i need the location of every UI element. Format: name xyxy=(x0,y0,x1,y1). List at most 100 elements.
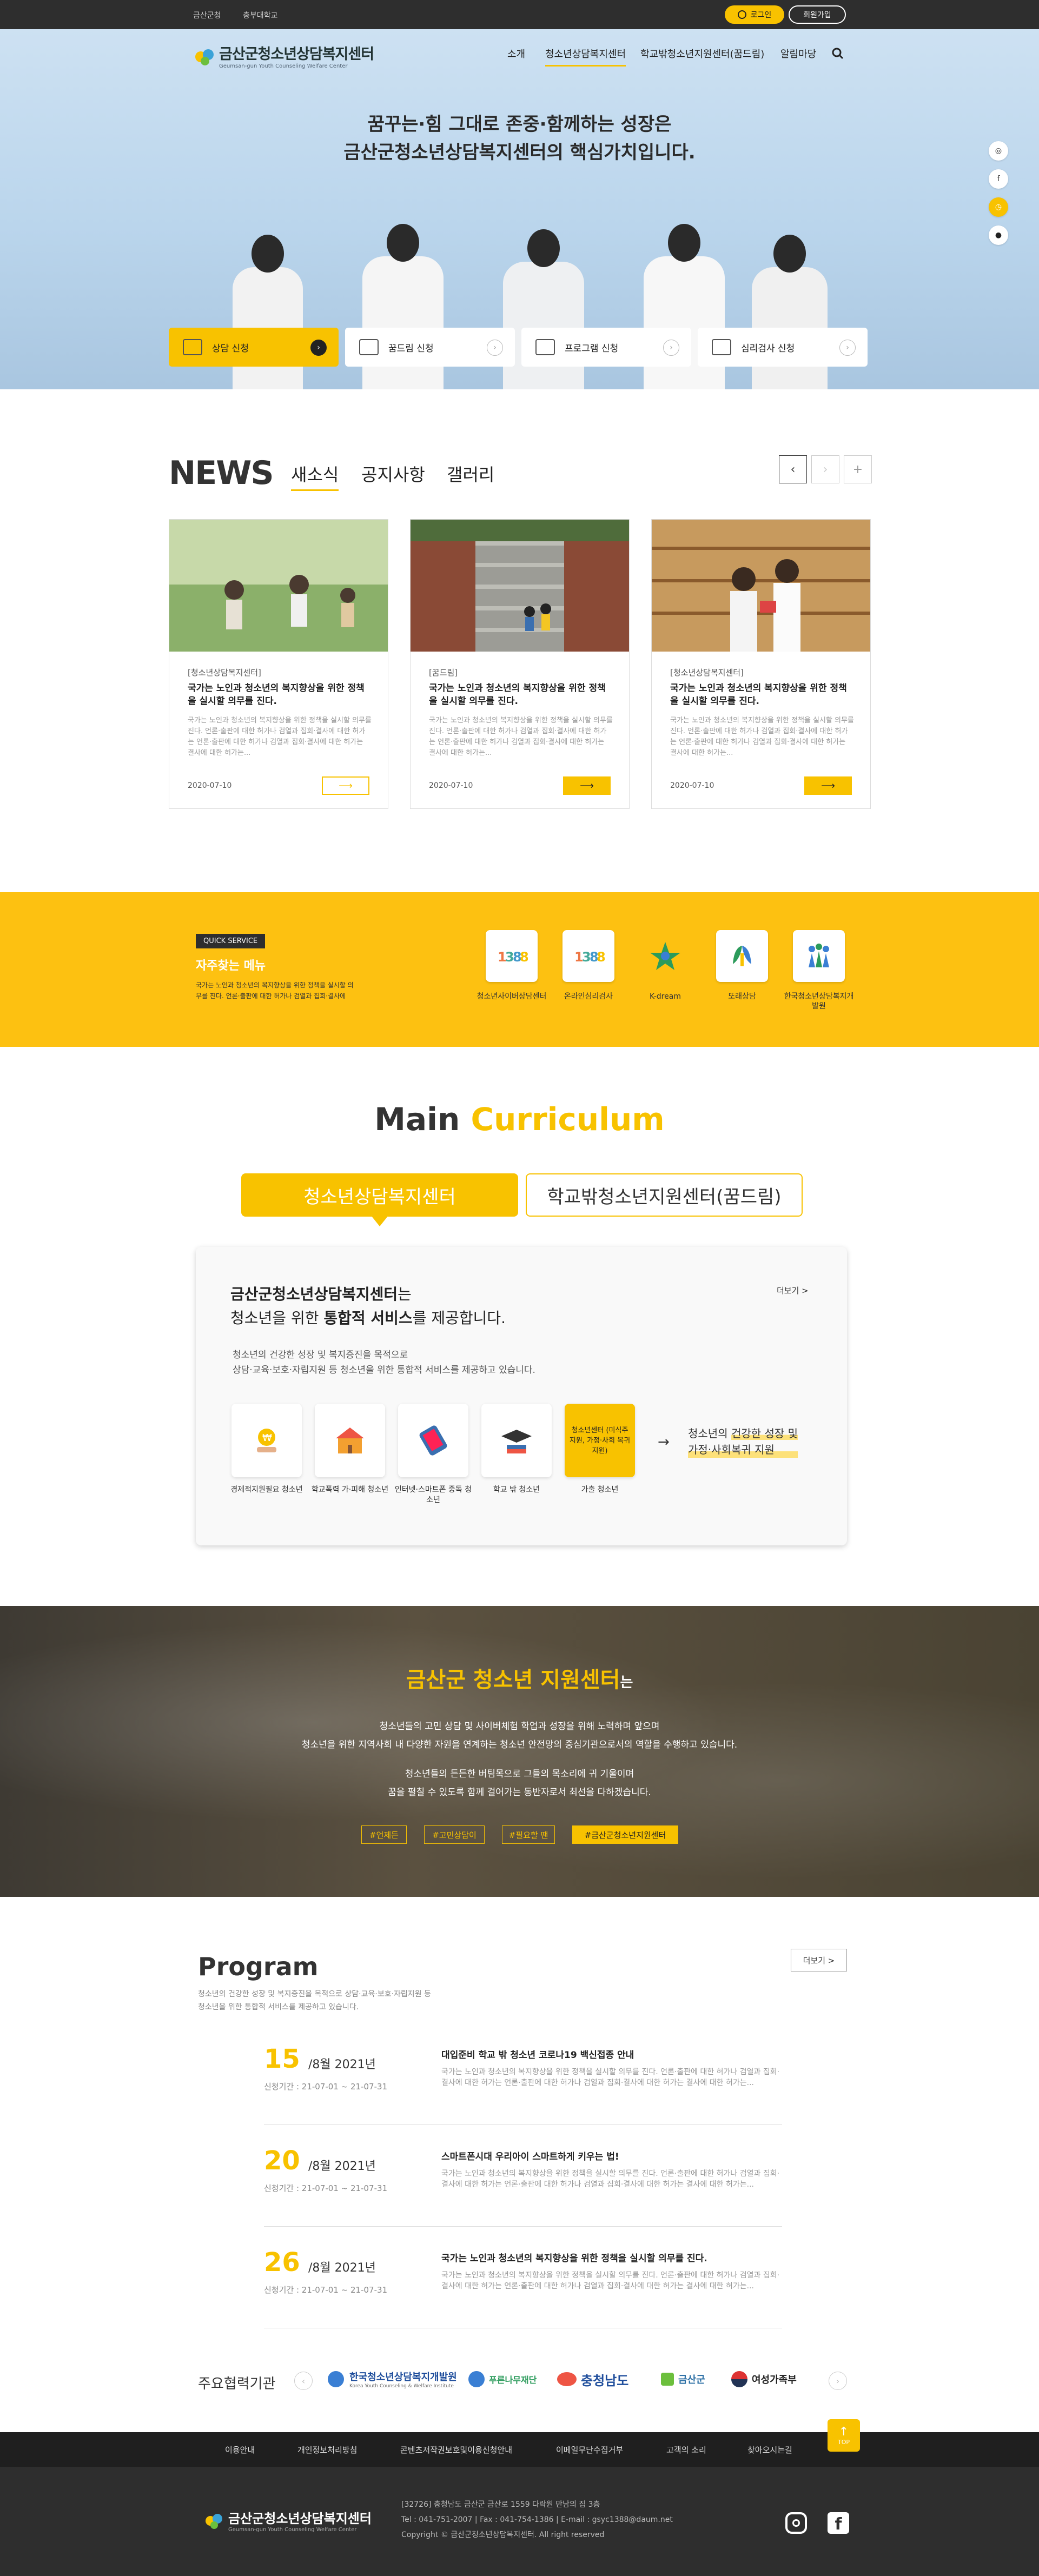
quick-item-online-test[interactable]: 1388 xyxy=(562,930,614,982)
center-desc-1: 청소년들의 고민 상담 및 사이버체험 학업과 성장을 위해 노력하며 앞으며 xyxy=(379,1721,660,1732)
program-apply-label: 프로그램 신청 xyxy=(565,343,619,354)
program-desc-2: 청소년을 위한 통합적 서비스를 제공하고 있습니다. xyxy=(198,2003,359,2011)
news-next-button[interactable]: › xyxy=(811,455,839,483)
arrow-right-icon[interactable]: ⟶ xyxy=(322,776,369,795)
curriculum-more-link[interactable]: 더보기 > xyxy=(777,1285,809,1296)
user-icon xyxy=(737,10,746,19)
program-desc: 국가는 노인과 청소년의 복지향상을 위한 정책을 실시할 의무를 진다. 언론… xyxy=(441,2271,780,2290)
partner-geumsan[interactable]: 금산군 xyxy=(661,2363,705,2395)
news-card-title: 국가는 노인과 청소년의 복지향상을 위한 정책을 실시할 의무를 진다. xyxy=(188,683,365,707)
program-more-button[interactable]: 더보기 > xyxy=(791,1949,847,1971)
people-icon xyxy=(535,339,555,355)
hero-line-1: 꿈꾸는·힘 그대로 존중·함께하는 성장은 xyxy=(367,114,672,135)
footer-link[interactable]: 이메일무단수집거부 xyxy=(556,2444,623,2455)
partner-kyci-name: 한국청소년상담복지개발원 xyxy=(349,2372,457,2383)
tab-counseling-center[interactable]: 청소년상담복지센터 xyxy=(241,1173,518,1217)
quick-item-cyber-counseling[interactable]: 1388 xyxy=(486,930,538,982)
footer-logo-title: 금산군청소년상담복지센터 xyxy=(228,2511,372,2526)
curriculum-title-org: 금산군청소년상담복지센터 xyxy=(230,1285,398,1303)
news-card[interactable]: [꿈드림] 국가는 노인과 청소년의 복지향상을 위한 정책을 실시할 의무를 … xyxy=(410,519,630,809)
quick-service-desc: 국가는 노인과 청소년의 복지향상을 위한 정책을 실시할 의무를 진다. 언론… xyxy=(196,981,354,1000)
news-card-desc: 국가는 노인과 청소년의 복지향상을 위한 정책을 실시할 의무를 진다. 언론… xyxy=(188,716,372,757)
tab-dreamdream-center[interactable]: 학교밖청소년지원센터(꿈드림) xyxy=(526,1173,803,1217)
top-link-university[interactable]: 충부대학교 xyxy=(243,11,277,20)
program-item[interactable]: 26 /8월 2021년 신청기간 : 21-07-01 ~ 21-07-31 … xyxy=(264,2236,782,2328)
program-desc: 청소년의 건강한 성장 및 복지증진을 목적으로 상담·교육·보호·자립지원 등… xyxy=(198,1988,431,2014)
news-card[interactable]: [청소년상담복지센터] 국가는 노인과 청소년의 복지향상을 위한 정책을 실시… xyxy=(169,519,388,809)
program-apply-button[interactable]: 프로그램 신청 › xyxy=(521,328,691,367)
arrow-right-icon: › xyxy=(310,340,327,356)
join-button[interactable]: 회원가입 xyxy=(789,5,846,24)
news-card[interactable]: [청소년상담복지센터] 국가는 노인과 청소년의 복지향상을 위한 정책을 실시… xyxy=(651,519,871,809)
footer-logo[interactable]: 금산군청소년상담복지센터 Geumsan-gun Youth Counseling… xyxy=(203,2508,372,2533)
quick-service-badge: QUICK SERVICE xyxy=(196,934,266,948)
facebook-icon[interactable]: f xyxy=(828,2512,849,2534)
partner-mogef[interactable]: 여성가족부 xyxy=(731,2363,797,2395)
svg-text:₩: ₩ xyxy=(262,1432,272,1444)
search-icon[interactable] xyxy=(832,48,844,59)
center-desc: 청소년들의 고민 상담 및 사이버체험 학업과 성장을 위해 노력하며 앞으며 … xyxy=(0,1717,1039,1802)
instagram-icon[interactable] xyxy=(785,2512,807,2534)
center-desc-4: 꿈을 펼칠 수 있도록 함께 걸어가는 동반자로서 최선을 다하겠습니다. xyxy=(388,1787,651,1798)
curriculum-result-b: 건강한 성장 및 xyxy=(731,1427,798,1440)
clock-icon[interactable]: ◷ xyxy=(989,197,1008,217)
program-item[interactable]: 20 /8월 2021년 신청기간 : 21-07-01 ~ 21-07-31 … xyxy=(264,2135,782,2227)
arrow-right-icon[interactable]: ⟶ xyxy=(563,776,611,795)
login-label: 로그인 xyxy=(750,11,772,19)
curriculum-label: 학교폭력 가·피해 청소년 xyxy=(311,1485,389,1494)
top-link-gunchung[interactable]: 금산군청 xyxy=(193,11,221,20)
curriculum-result-a: 청소년의 xyxy=(688,1427,728,1440)
program-desc: 국가는 노인과 청소년의 복지향상을 위한 정책을 실시할 의무를 진다. 언론… xyxy=(441,2068,780,2087)
center-desc-2: 청소년을 위한 지역사회 내 다양한 자원을 연계하는 청소년 안전망의 중심기… xyxy=(301,1740,738,1750)
tab-news[interactable]: 새소식 xyxy=(291,461,339,491)
curriculum-label: 인터넷·스마트폰 중독 청소년 xyxy=(394,1485,472,1504)
logo-icon xyxy=(195,49,214,65)
news-card-category: [청소년상담복지센터] xyxy=(670,668,744,678)
main-header: 금산군청소년상담복지센터 Geumsan-gun Youth Counselin… xyxy=(0,29,1039,78)
quick-item-kdream[interactable] xyxy=(639,930,691,982)
tab-notices[interactable]: 공지사항 xyxy=(361,461,425,486)
instagram-icon[interactable]: ◎ xyxy=(989,141,1008,161)
news-card-category: [청소년상담복지센터] xyxy=(188,668,261,678)
news-card-category: [꿈드림] xyxy=(429,668,458,678)
footer-link[interactable]: 이용안내 xyxy=(225,2444,255,2455)
quick-label: 온라인심리검사 xyxy=(564,992,613,1001)
tab-gallery[interactable]: 갤러리 xyxy=(447,461,494,486)
news-more-button[interactable]: + xyxy=(844,455,872,483)
psych-test-apply-button[interactable]: 심리검사 신청 › xyxy=(698,328,868,367)
footer-link[interactable]: 찾아오시는길 xyxy=(747,2444,792,2455)
location-pin-icon[interactable]: ● xyxy=(989,225,1008,245)
menu-intro[interactable]: 소개 xyxy=(507,47,525,61)
coin-hand-icon: ₩ xyxy=(257,1429,276,1452)
partner-chungnam-name: 충청남도 xyxy=(581,2373,629,2388)
dreamdream-apply-button[interactable]: 꿈드림 신청 › xyxy=(345,328,515,367)
quick-item-peer-counseling[interactable] xyxy=(716,930,768,982)
curriculum-highlight-box: 청소년센터 (미식주지원, 가정·사회 복귀지원) xyxy=(565,1404,635,1477)
footer-menu-bar xyxy=(0,2432,1039,2467)
logo-icon xyxy=(206,2514,222,2529)
arrow-right-icon[interactable]: ⟶ xyxy=(804,776,852,795)
partner-kyci[interactable]: 한국청소년상담복지개발원 Korea Youth Counseling & Wel… xyxy=(328,2363,457,2395)
news-prev-button[interactable]: ‹ xyxy=(779,455,807,483)
partner-chungnam[interactable]: 충청남도 xyxy=(557,2363,628,2395)
news-card-title: 국가는 노인과 청소년의 복지향상을 위한 정책을 실시할 의무를 진다. xyxy=(429,683,606,707)
counseling-apply-button[interactable]: 상담 신청 › xyxy=(169,328,339,367)
arrow-right-icon: → xyxy=(658,1434,670,1450)
partners-next-button[interactable]: › xyxy=(829,2372,847,2390)
menu-dreamdream[interactable]: 학교밖청소년지원센터(꿈드림) xyxy=(640,47,764,61)
facebook-icon[interactable]: f xyxy=(989,169,1008,189)
curriculum-heading: Main Curriculum xyxy=(0,1101,1039,1138)
site-logo[interactable]: 금산군청소년상담복지센터 Geumsan-gun Youth Counselin… xyxy=(193,42,374,69)
quick-item-kyci[interactable] xyxy=(793,930,845,982)
partner-blue-tree[interactable]: 푸른나무재단 xyxy=(468,2363,537,2395)
program-item[interactable]: 15 /8월 2021년 신청기간 : 21-07-01 ~ 21-07-31 … xyxy=(264,2033,782,2125)
news-image-library xyxy=(652,520,870,652)
menu-counseling-center[interactable]: 청소년상담복지센터 xyxy=(545,47,626,67)
partners-prev-button[interactable]: ‹ xyxy=(294,2372,313,2390)
footer-link[interactable]: 개인정보처리방침 xyxy=(297,2444,357,2455)
back-to-top-button[interactable]: ↑ TOP xyxy=(828,2419,860,2452)
footer-link[interactable]: 고객의 소리 xyxy=(666,2444,706,2455)
footer-link[interactable]: 콘텐츠저작권보호및이용신청안내 xyxy=(400,2444,512,2455)
menu-notice[interactable]: 알림마당 xyxy=(780,47,816,61)
login-button[interactable]: 로그인 xyxy=(725,5,784,24)
